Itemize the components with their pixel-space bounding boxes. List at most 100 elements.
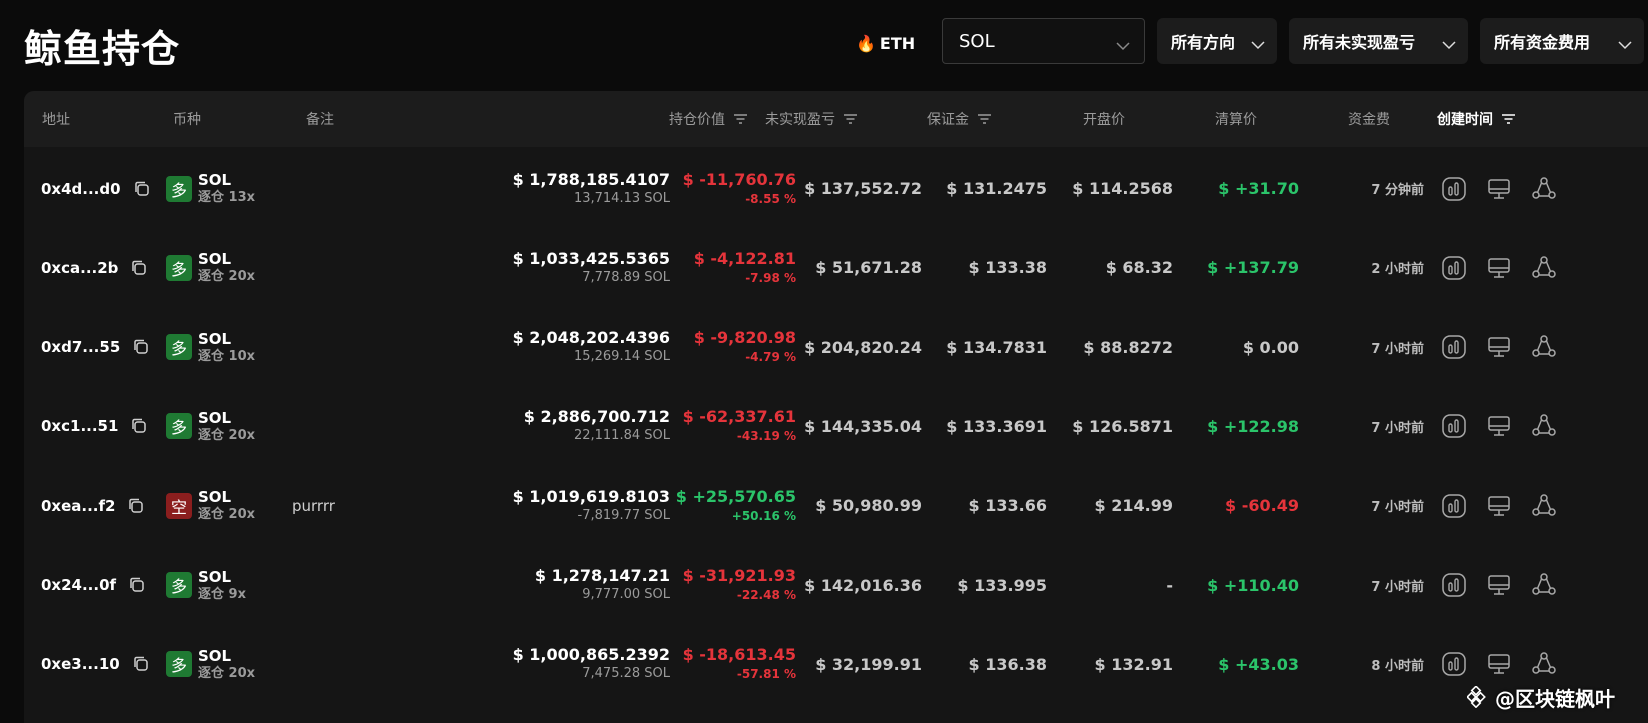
monitor-icon[interactable]	[1486, 176, 1512, 202]
open-price-cell: $ 133.38	[924, 226, 1047, 309]
open-price-cell: $ 131.2475	[924, 147, 1047, 230]
chart-icon[interactable]	[1441, 572, 1467, 598]
table-row[interactable]: 0xe3...10 多 SOL 逐仓 20x $ 1,000,865.2392 7,475…	[24, 623, 1648, 706]
monitor-icon[interactable]	[1486, 651, 1512, 677]
funding-cell: $ +110.40	[1184, 544, 1299, 627]
filter-icon[interactable]	[1501, 113, 1516, 125]
wallet-address[interactable]: 0xea...f2	[41, 497, 115, 515]
position-size: 22,111.84 SOL	[573, 428, 670, 444]
coin-name: SOL	[198, 171, 232, 189]
chart-icon[interactable]	[1441, 413, 1467, 439]
open-price: $ 136.38	[968, 654, 1047, 674]
created-time-cell: 7 分钟前	[1324, 147, 1424, 230]
open-price-cell: $ 133.3691	[924, 385, 1047, 468]
share-icon[interactable]	[1531, 176, 1557, 202]
monitor-icon[interactable]	[1486, 413, 1512, 439]
coin-cell: 多 SOL 逐仓 20x	[166, 623, 255, 706]
leverage: 逐仓 20x	[198, 427, 256, 443]
positions-table: 地址 币种 备注 持仓价值 未实现盈亏 保证金 开盘价 清算价 资金费 创建时间…	[24, 91, 1648, 723]
col-liq-price: 清算价	[1215, 112, 1257, 128]
table-row[interactable]: 0x24...0f 多 SOL 逐仓 9x $ 1,278,147.21 9,777.00…	[24, 544, 1648, 627]
wallet-address[interactable]: 0x24...0f	[41, 576, 116, 594]
unrealized-pnl: $ -4,122.81	[693, 248, 796, 268]
table-row[interactable]: 0xc1...51 多 SOL 逐仓 20x $ 2,886,700.712 22,111…	[24, 385, 1648, 468]
position-size: 13,714.13 SOL	[573, 190, 670, 206]
funding-cell: $ +43.03	[1184, 623, 1299, 706]
chart-icon[interactable]	[1441, 255, 1467, 281]
monitor-icon[interactable]	[1486, 255, 1512, 281]
pnl-percent: -4.79 %	[745, 350, 796, 365]
position-value-cell: $ 1,788,185.4107 13,714.13 SOL	[504, 147, 670, 230]
address-cell: 0xe3...10	[41, 623, 150, 706]
col-margin[interactable]: 保证金	[884, 91, 992, 147]
side-badge: 空	[166, 492, 192, 519]
share-icon[interactable]	[1531, 493, 1557, 519]
share-icon[interactable]	[1531, 255, 1557, 281]
wallet-address[interactable]: 0xca...2b	[41, 259, 118, 277]
pnl-percent: -22.48 %	[736, 588, 796, 602]
created-time: 7 小时前	[1371, 420, 1424, 436]
pnl-percent: -43.19 %	[736, 429, 796, 444]
chart-icon[interactable]	[1441, 334, 1467, 360]
chart-icon[interactable]	[1441, 493, 1467, 519]
filter-icon[interactable]	[977, 113, 992, 125]
pnl-cell: $ -31,921.93 -22.48 %	[674, 544, 796, 627]
note: purrrr	[292, 496, 335, 515]
chart-icon[interactable]	[1441, 651, 1467, 677]
copy-icon[interactable]	[130, 259, 148, 277]
side-badge: 多	[166, 175, 192, 202]
filter-icon[interactable]	[733, 113, 748, 125]
table-header: 地址 币种 备注 持仓价值 未实现盈亏 保证金 开盘价 清算价 资金费 创建时间	[24, 91, 1648, 147]
wallet-address[interactable]: 0xc1...51	[41, 417, 118, 435]
open-price-cell: $ 133.995	[924, 544, 1047, 627]
pnl-filter[interactable]: 所有未实现盈亏	[1289, 18, 1468, 64]
direction-filter-label: 所有方向	[1171, 33, 1236, 52]
table-row[interactable]: 0x4d...d0 多 SOL 逐仓 13x $ 1,788,185.4107 13,71…	[24, 147, 1648, 230]
address-cell: 0x24...0f	[41, 544, 146, 627]
position-value: $ 1,278,147.21	[534, 566, 670, 585]
copy-icon[interactable]	[132, 338, 150, 356]
copy-icon[interactable]	[133, 180, 151, 198]
monitor-icon[interactable]	[1486, 493, 1512, 519]
share-icon[interactable]	[1531, 413, 1557, 439]
coin-select-value: SOL	[959, 30, 995, 52]
liq-price-cell: $ 68.32	[1054, 226, 1173, 309]
eth-hot-button[interactable]: 🔥 ETH	[856, 28, 915, 58]
funding-filter[interactable]: 所有资金费用	[1480, 18, 1644, 64]
table-row[interactable]: 0xd7...55 多 SOL 逐仓 10x $ 2,048,202.4396 15,26…	[24, 306, 1648, 389]
table-row[interactable]: 0xca...2b 多 SOL 逐仓 20x $ 1,033,425.5365 7,778…	[24, 226, 1648, 309]
wallet-address[interactable]: 0x4d...d0	[41, 180, 121, 198]
monitor-icon[interactable]	[1486, 572, 1512, 598]
filter-icon[interactable]	[843, 113, 858, 125]
copy-icon[interactable]	[130, 417, 148, 435]
pnl-cell: $ -11,760.76 -8.55 %	[674, 147, 796, 230]
direction-filter[interactable]: 所有方向	[1157, 18, 1277, 64]
copy-icon[interactable]	[128, 576, 146, 594]
wallet-address[interactable]: 0xd7...55	[41, 338, 120, 356]
col-position-value[interactable]: 持仓价值	[584, 91, 748, 147]
monitor-icon[interactable]	[1486, 334, 1512, 360]
address-cell: 0xd7...55	[41, 306, 150, 389]
chart-icon[interactable]	[1441, 176, 1467, 202]
position-value-cell: $ 1,000,865.2392 7,475.28 SOL	[504, 623, 670, 706]
col-unrealized-pnl[interactable]: 未实现盈亏	[748, 91, 858, 147]
col-position-value-label: 持仓价值	[669, 112, 725, 128]
col-created-time[interactable]: 创建时间	[1437, 91, 1516, 147]
copy-icon[interactable]	[132, 655, 150, 673]
position-size: -7,819.77 SOL	[577, 507, 670, 523]
funding-fee: $ 0.00	[1242, 337, 1299, 357]
open-price: $ 133.38	[968, 258, 1047, 278]
funding-cell: $ -60.49	[1184, 464, 1299, 547]
share-icon[interactable]	[1531, 651, 1557, 677]
col-unrealized-pnl-label: 未实现盈亏	[765, 112, 835, 128]
copy-icon[interactable]	[127, 497, 145, 515]
chevron-down-icon	[1442, 35, 1456, 50]
share-icon[interactable]	[1531, 334, 1557, 360]
share-icon[interactable]	[1531, 572, 1557, 598]
table-row[interactable]: 0xea...f2 空 SOL 逐仓 20x purrrr $ 1,019,619.810…	[24, 464, 1648, 547]
coin-select[interactable]: SOL	[942, 18, 1145, 64]
created-time: 7 小时前	[1371, 341, 1424, 357]
wallet-address[interactable]: 0xe3...10	[41, 655, 120, 673]
leverage: 逐仓 20x	[198, 665, 256, 681]
margin: $ 204,820.24	[804, 337, 922, 357]
